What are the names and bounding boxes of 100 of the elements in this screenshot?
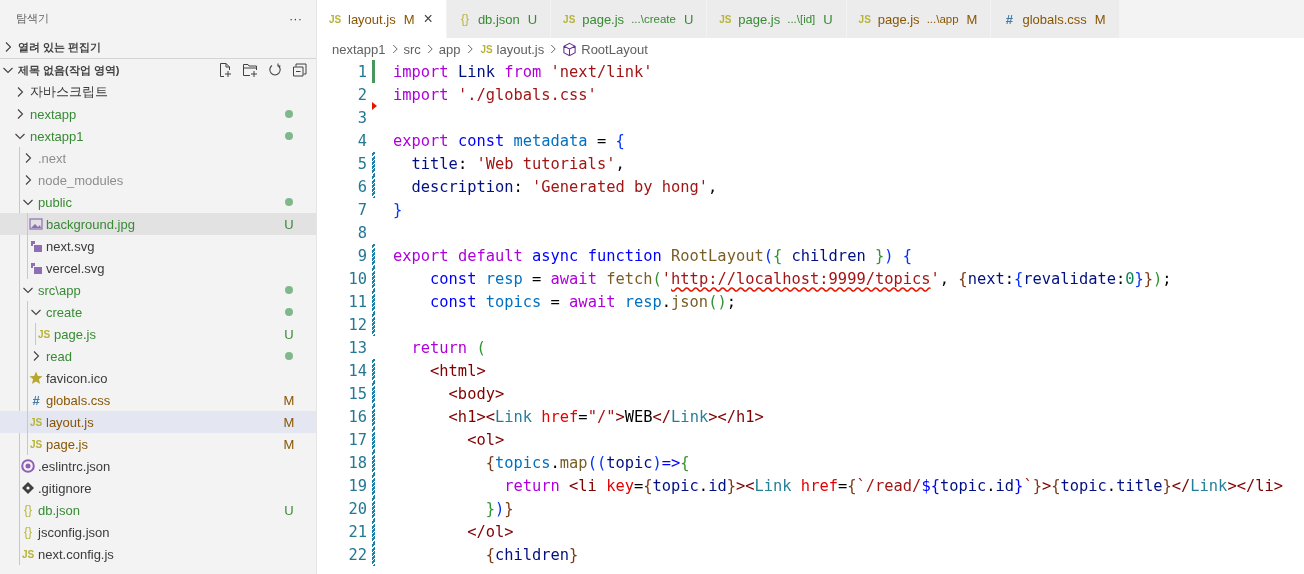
code-line: description: 'Generated by hong', [410,177,718,196]
git-status-letter: M [282,414,296,430]
code-line: const topics = await resp.json(); [429,292,736,311]
breadcrumb-item[interactable]: app [438,41,461,57]
modified-line-marker[interactable] [372,428,375,451]
line-number: 18 [347,453,367,472]
file-row[interactable]: .gitignore [0,477,316,499]
folder-row[interactable]: nextapp1 [0,125,316,147]
folder-row[interactable]: 자바스크립트 [0,81,316,103]
file-row[interactable]: JS next.config.js [0,543,316,565]
line-number: 16 [347,407,367,426]
line-number: 3 [356,108,367,127]
line-number: 1 [356,62,367,81]
modified-line-marker[interactable] [372,290,375,313]
modified-line-marker[interactable] [372,267,375,290]
file-name: page.js [46,436,89,452]
file-name: node_modules [38,172,125,188]
file-row[interactable]: next.svg [0,235,316,257]
new-folder-icon[interactable] [242,62,258,78]
file-name: nextapp [30,106,78,122]
folder-row[interactable]: nextapp [0,103,316,125]
folder-row[interactable]: create [0,301,316,323]
file-name: nextapp1 [30,128,85,144]
file-name: next.config.js [38,546,115,562]
file-name: .gitignore [38,480,93,496]
code-line: return <li key={topic.id}><Link href={`/read/${topic.id}`}>{topic.title}</Link></li> [503,476,1283,495]
editor-tab[interactable]: JS layout.js M × [317,0,447,38]
section-title: 열려 있는 편집기 [18,39,103,55]
modified-line-marker[interactable] [372,152,375,175]
code-line: <html> [429,361,486,380]
code-line: {children} [484,545,579,564]
code-line: export const metadata = { [393,131,625,150]
modified-line-marker[interactable] [372,405,375,428]
file-type-icon: {} [20,525,36,539]
breadcrumb-item[interactable]: layout.js [496,41,545,57]
modified-line-marker[interactable] [372,175,375,198]
modified-line-marker[interactable] [372,520,375,543]
file-row[interactable]: # globals.css M [0,389,316,411]
shapes-icon [28,238,44,254]
code-line: <body> [447,384,505,403]
folder-row[interactable]: node_modules [0,169,316,191]
breadcrumb-item[interactable]: nextapp1 [332,41,386,57]
modified-line-marker[interactable] [372,382,375,405]
editor-tab[interactable]: # globals.css M [991,0,1120,38]
new-file-icon[interactable] [217,62,233,78]
editor-tab[interactable]: JS page.js ...\create U [551,0,708,38]
diamond-icon [20,480,36,496]
editor-tab[interactable]: JS page.js ...\app M [846,0,992,38]
editor-tab[interactable]: {} db.json U [446,0,552,38]
folder-row[interactable]: read [0,345,316,367]
modified-line-marker[interactable] [372,497,375,520]
more-actions-button[interactable]: ··· [287,10,304,26]
file-row[interactable]: JS layout.js M [0,411,316,433]
file-name: background.jpg [46,216,136,232]
line-number: 12 [347,315,367,334]
code-line: {topics.map((topic)=>{ [484,453,690,472]
section-title: 제목 없음(작업 영역) [18,62,121,78]
ring-icon [20,458,36,474]
cube-icon [562,41,578,57]
modified-line-marker[interactable] [372,244,375,267]
collapse-all-icon[interactable] [292,62,308,78]
folder-row[interactable]: .next [0,147,316,169]
git-status-letter: M [282,392,296,408]
modified-line-marker[interactable] [372,313,375,336]
file-row[interactable]: vercel.svg [0,257,316,279]
modified-line-marker[interactable] [372,359,375,382]
modified-line-marker[interactable] [372,474,375,497]
modified-line-marker[interactable] [372,543,375,566]
deleted-line-marker[interactable] [372,102,377,110]
line-number: 19 [347,476,367,495]
file-row[interactable]: .eslintrc.json [0,455,316,477]
file-row[interactable]: JS page.js U [0,323,316,345]
section-header[interactable]: 열려 있는 편집기 [0,36,316,59]
added-line-marker[interactable] [372,60,375,83]
breadcrumb-item[interactable]: RootLayout [581,41,648,57]
file-name: src\app [38,282,82,298]
file-row[interactable]: {} db.json U [0,499,316,521]
code-line: return ( [410,338,486,357]
file-name: jsconfig.json [38,524,111,540]
line-number: 6 [356,177,367,196]
section-header[interactable]: 제목 없음(작업 영역) [0,59,316,81]
file-type-icon: # [28,392,44,408]
breadcrumb-item[interactable]: src [403,41,421,57]
line-number: 8 [356,223,367,242]
git-status-letter: M [282,436,296,452]
line-number: 9 [356,246,367,265]
editor-tab[interactable]: JS page.js ...\[id] U [707,0,847,38]
file-row[interactable]: {} jsconfig.json [0,521,316,543]
modified-line-marker[interactable] [372,451,375,474]
folder-row[interactable]: public [0,191,316,213]
folder-row[interactable]: src\app [0,279,316,301]
file-name: public [38,194,73,210]
file-row[interactable]: favicon.ico [0,367,316,389]
line-number: 4 [356,131,367,150]
file-type-icon: JS [20,548,36,560]
code-line: import './globals.css' [393,85,597,104]
refresh-icon[interactable] [267,62,283,78]
code-line: </ol> [466,522,514,541]
file-row[interactable]: background.jpg U [0,213,316,235]
file-row[interactable]: JS page.js M [0,433,316,455]
